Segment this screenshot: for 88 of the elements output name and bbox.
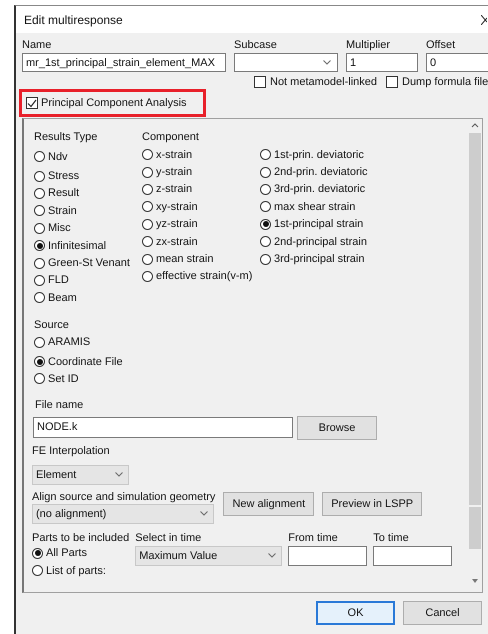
field-label: Select in time xyxy=(135,532,202,544)
radio-label: Beam xyxy=(48,292,77,304)
radio-option[interactable]: 1st-principal strain xyxy=(260,216,400,233)
radio-option[interactable]: All Parts xyxy=(32,544,130,562)
radio-label: y-strain xyxy=(156,166,192,178)
field-label: Offset xyxy=(426,39,456,51)
radio-label: 3rd-principal strain xyxy=(274,253,364,266)
radio-label: Green-St Venant xyxy=(48,257,130,270)
radio-label: zx-strain xyxy=(156,236,198,248)
radio-label: 3rd-prin. deviatoric xyxy=(274,183,366,196)
radio-option[interactable]: mean strain xyxy=(142,250,260,268)
radio-option[interactable]: Ndv xyxy=(34,148,142,166)
radio-option[interactable]: Misc xyxy=(34,220,142,237)
radio-option[interactable]: ARAMIS xyxy=(34,334,468,351)
radio-option[interactable]: 2nd-prin. deviatoric xyxy=(260,163,400,181)
radio-label: Ndv xyxy=(48,150,68,163)
radio-option[interactable]: 2nd-principal strain xyxy=(260,232,400,250)
name-field[interactable]: mr_1st_principal_strain_element_MAX xyxy=(22,53,226,72)
radio-label: mean strain xyxy=(156,253,214,266)
radio-label: Misc xyxy=(48,222,71,234)
browse-button[interactable]: Browse xyxy=(297,416,377,440)
radio-option[interactable]: List of parts: xyxy=(32,562,130,580)
field-label: From time xyxy=(288,532,339,544)
radio-label: xy-strain xyxy=(156,200,198,213)
radio-label: z-strain xyxy=(156,183,192,196)
radio-option[interactable]: Infinitesimal xyxy=(34,236,142,254)
radio-option[interactable]: Coordinate File xyxy=(34,352,468,370)
radio-option[interactable]: yz-strain xyxy=(142,216,260,233)
radio-option[interactable]: Result xyxy=(34,184,142,202)
radio-label: All Parts xyxy=(46,547,87,560)
radio-label: Result xyxy=(48,187,80,200)
radio-option[interactable]: Stress xyxy=(34,167,142,185)
group-heading: Component xyxy=(142,130,200,145)
time-selection-dropdown[interactable]: Maximum Value xyxy=(135,546,282,566)
radio-label: 2nd-prin. deviatoric xyxy=(274,166,368,178)
radio-option[interactable]: y-strain xyxy=(142,163,260,181)
radio-label: 1st-prin. deviatoric xyxy=(274,148,364,161)
radio-option[interactable]: Strain xyxy=(34,202,142,220)
radio-label: Coordinate File xyxy=(48,356,123,368)
radio-label: Strain xyxy=(48,204,77,217)
alignment-button[interactable]: New alignment xyxy=(223,492,314,516)
radio-label: 2nd-principal strain xyxy=(274,236,367,248)
radio-label: effective strain(v-m) xyxy=(156,270,252,282)
group-heading: Source xyxy=(34,318,70,333)
radio-option[interactable]: FLD xyxy=(34,272,142,290)
radio-option[interactable]: Green-St Venant xyxy=(34,254,142,272)
field-label: Align source and simulation geometry xyxy=(32,490,216,503)
field-label: To time xyxy=(373,532,410,544)
radio-option[interactable]: 1st-prin. deviatoric xyxy=(260,146,400,164)
window-title: Edit multiresponse xyxy=(24,12,123,26)
group-heading: Results Type xyxy=(34,130,98,145)
radio-label: List of parts: xyxy=(46,564,106,577)
radio-label: Set ID xyxy=(48,372,79,385)
radio-label: x-strain xyxy=(156,148,192,161)
field-label: Name xyxy=(22,39,52,51)
radio-option[interactable]: 3rd-prin. deviatoric xyxy=(260,180,400,198)
checkbox-label: Principal Component Analysis xyxy=(41,97,187,109)
dialog-button[interactable]: OK xyxy=(316,601,395,625)
radio-option[interactable]: Set ID xyxy=(34,370,468,388)
field-label: File name xyxy=(35,398,84,413)
checkbox-label: Dump formula file xyxy=(402,76,488,88)
field-label: Multiplier xyxy=(346,39,392,51)
radio-label: ARAMIS xyxy=(48,336,90,348)
dialog-button[interactable]: Cancel xyxy=(403,601,482,625)
interpolation-dropdown[interactable]: Element xyxy=(32,464,129,485)
radio-label: yz-strain xyxy=(156,218,198,230)
radio-option[interactable]: x-strain xyxy=(142,146,260,164)
multiplier-field[interactable]: 1 xyxy=(346,53,418,72)
radio-label: Infinitesimal xyxy=(48,240,106,252)
radio-label: FLD xyxy=(48,274,69,286)
radio-label: 1st-principal strain xyxy=(274,218,364,230)
radio-option[interactable]: 3rd-principal strain xyxy=(260,250,400,268)
field-label: FE Interpolation xyxy=(32,444,111,459)
radio-label: max shear strain xyxy=(274,200,356,213)
alignment-dropdown[interactable]: (no alignment) xyxy=(32,504,214,524)
field-label: Subcase xyxy=(234,39,278,51)
radio-option[interactable]: zx-strain xyxy=(142,232,260,250)
file-name-field[interactable]: NODE.k xyxy=(33,416,293,438)
radio-option[interactable]: z-strain xyxy=(142,180,260,198)
radio-label: Stress xyxy=(48,170,80,182)
radio-option[interactable]: xy-strain xyxy=(142,198,260,216)
radio-option[interactable]: effective strain(v-m) xyxy=(142,268,260,286)
radio-option[interactable]: max shear strain xyxy=(260,198,400,216)
radio-option[interactable]: Beam xyxy=(34,289,142,307)
checkbox-label: Not metamodel-linked xyxy=(270,76,377,88)
field-label: Parts to be included xyxy=(32,532,130,544)
alignment-button[interactable]: Preview in LSPP xyxy=(322,492,422,516)
offset-field[interactable]: 0 xyxy=(426,53,488,72)
